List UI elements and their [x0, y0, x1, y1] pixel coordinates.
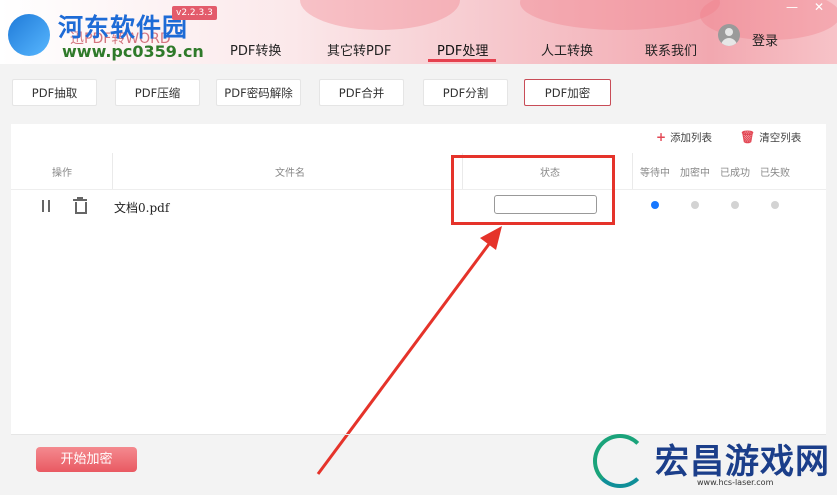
annotation-arrow-head — [480, 226, 502, 250]
app-window: 迅PDF转WORD 河东软件园 www.pc0359.cn v2.2.3.3 P… — [0, 0, 837, 495]
annotation-arrow-line — [316, 239, 494, 475]
start-encrypt-button[interactable]: 开始加密 — [36, 447, 137, 472]
watermark: 宏昌游戏网 www.hcs-laser.com — [585, 428, 837, 495]
watermark-logo-icon — [593, 434, 647, 488]
annotation-arrow — [316, 226, 502, 475]
watermark-url: www.hcs-laser.com — [697, 478, 774, 487]
watermark-text: 宏昌游戏网 — [655, 442, 830, 482]
